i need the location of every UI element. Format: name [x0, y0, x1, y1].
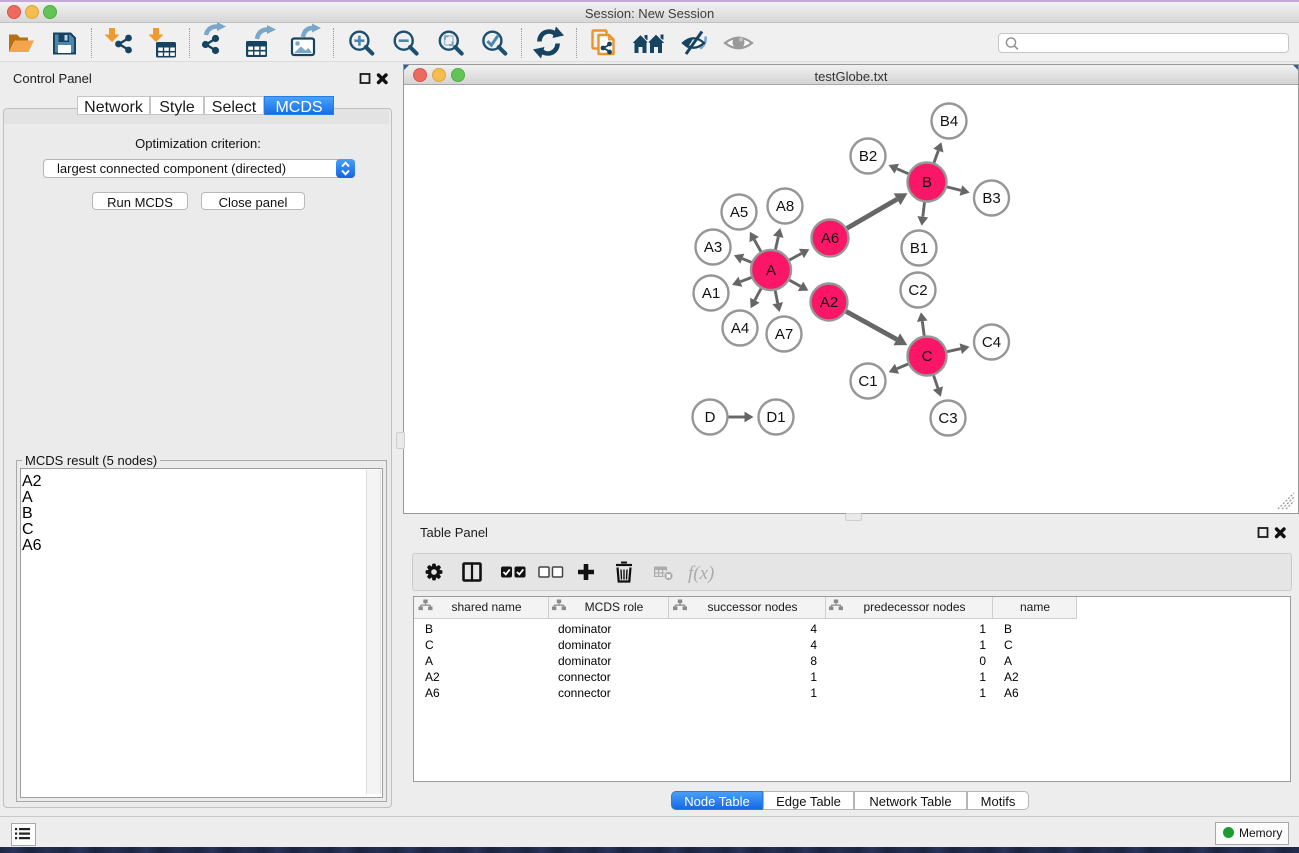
svg-text:A: A: [766, 262, 776, 279]
svg-text:A3: A3: [704, 239, 722, 256]
svg-text:A2: A2: [820, 294, 838, 311]
svg-text:A8: A8: [776, 198, 794, 215]
svg-text:C3: C3: [938, 410, 957, 427]
svg-text:A1: A1: [702, 285, 720, 302]
svg-text:C1: C1: [858, 373, 877, 390]
svg-text:C4: C4: [982, 334, 1001, 351]
svg-text:A6: A6: [821, 230, 839, 247]
svg-text:C2: C2: [908, 282, 927, 299]
svg-text:B: B: [922, 174, 932, 191]
svg-text:A5: A5: [730, 204, 748, 221]
svg-text:A4: A4: [731, 320, 749, 337]
svg-text:D: D: [705, 409, 716, 426]
svg-text:D1: D1: [766, 409, 785, 426]
svg-text:C: C: [922, 348, 933, 365]
svg-text:A7: A7: [775, 326, 793, 343]
svg-text:B1: B1: [910, 240, 928, 257]
svg-text:B3: B3: [982, 190, 1000, 207]
svg-text:B2: B2: [859, 148, 877, 165]
svg-text:f(x): f(x): [688, 563, 714, 584]
svg-text:B4: B4: [940, 113, 958, 130]
